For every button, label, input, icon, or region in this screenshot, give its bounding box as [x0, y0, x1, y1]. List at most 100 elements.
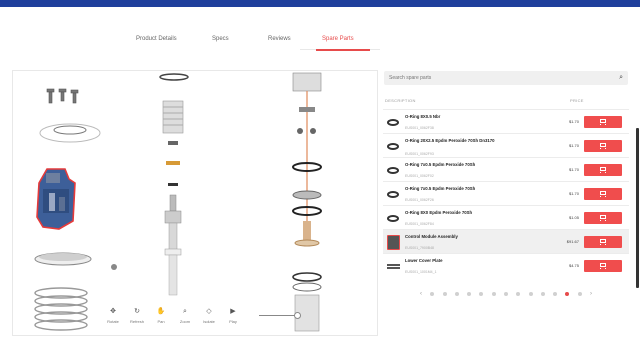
part-sku: EUS001_0062F84	[405, 222, 434, 226]
middle-stack-part[interactable]	[159, 73, 189, 296]
brand-top-bar	[0, 0, 640, 7]
part-name: Lower Cover Plate	[405, 258, 443, 263]
cart-icon	[599, 143, 607, 149]
page-dot[interactable]	[503, 292, 508, 296]
explode-slider[interactable]	[259, 312, 301, 320]
part-name: O-Ring 7x0.5 Epdm Peroxide 70Sh	[405, 162, 476, 167]
viewer-toolbar: ✥ Rotate ↻ Refresh ✋ Pan ⌕ Zoom ◇ Isolat…	[101, 303, 317, 329]
page-dot[interactable]	[553, 292, 558, 296]
lower-plate-part[interactable]	[34, 252, 117, 270]
page-dot[interactable]	[491, 292, 496, 296]
page-dot[interactable]	[528, 292, 533, 296]
add-to-cart-button[interactable]	[584, 140, 622, 152]
cover-plate-thumbnail	[386, 259, 400, 273]
part-row[interactable]: O-Ring 7x0.5 Epdm Peroxide 70Sh EUS001_0…	[383, 181, 629, 205]
o-ring-thumbnail	[386, 139, 400, 153]
part-row[interactable]: Lower Cover Plate EUS001_1001M4_1 $4.75	[383, 253, 629, 277]
part-price: $4.75	[568, 263, 579, 268]
control-module-part[interactable]	[36, 168, 76, 230]
screws-part[interactable]	[46, 88, 79, 104]
slider-track	[259, 315, 299, 316]
pan-button[interactable]: ✋ Pan	[149, 303, 173, 329]
add-to-cart-button[interactable]	[584, 260, 622, 272]
page-dot[interactable]	[479, 292, 484, 296]
part-sku: EUS001_0062F93	[405, 152, 434, 156]
add-to-cart-button[interactable]	[584, 164, 622, 176]
part-row[interactable]: O-Ring 20X2.5 Epdm Peroxide 70Sh Dn3170 …	[383, 133, 629, 157]
parts-search-box: ⌕	[384, 71, 628, 85]
play-icon: ▶	[230, 308, 236, 315]
add-to-cart-button[interactable]	[584, 212, 622, 224]
base-plate-part[interactable]	[39, 123, 101, 143]
part-row-selected[interactable]: Control Module Assembly EUS001_7900B48 $…	[383, 229, 629, 253]
part-row[interactable]: O-Ring 8X0 Epdm Peroxide 70Sh EUS001_006…	[383, 205, 629, 229]
parts-search-input[interactable]	[384, 71, 612, 85]
part-name: O-Ring 8X0 Epdm Peroxide 70Sh	[405, 210, 473, 215]
page-dot[interactable]	[467, 292, 472, 296]
page-dot-active[interactable]	[565, 292, 570, 296]
cart-icon	[599, 191, 607, 197]
part-row[interactable]: O-Ring 7x0.5 Epdm Peroxide 70Sh EUS001_0…	[383, 157, 629, 181]
exploded-view-viewer[interactable]: ✥ Rotate ↻ Refresh ✋ Pan ⌕ Zoom ◇ Isolat…	[12, 70, 378, 336]
add-to-cart-button[interactable]	[584, 116, 622, 128]
cart-icon	[599, 239, 607, 245]
zoom-button[interactable]: ⌕ Zoom	[173, 303, 197, 329]
active-tab-indicator	[316, 49, 370, 51]
page-dot[interactable]	[430, 292, 435, 296]
page-scrollbar[interactable]	[636, 128, 639, 288]
page-dot[interactable]	[540, 292, 545, 296]
rotate-button[interactable]: ✥ Rotate	[101, 303, 125, 329]
part-price: $1.70	[568, 167, 579, 172]
refresh-button[interactable]: ↻ Refresh	[125, 303, 149, 329]
slider-handle[interactable]	[294, 312, 301, 319]
zoom-icon: ⌕	[183, 308, 187, 315]
pan-icon: ✋	[156, 308, 166, 315]
price-column-header: PRICE	[570, 98, 584, 103]
next-page-button[interactable]: ›	[590, 291, 592, 297]
tab-spare-parts[interactable]: Spare Parts	[322, 36, 354, 42]
o-ring-thumbnail	[386, 163, 400, 177]
isolate-button[interactable]: ◇ Isolate	[197, 303, 221, 329]
rotate-icon: ✥	[110, 308, 116, 315]
spare-parts-list: O-Ring 8X0.5 Nbr EUS001_0062F38 $1.70 O-…	[383, 109, 629, 277]
tab-reviews[interactable]: Reviews	[268, 36, 291, 42]
part-sku: EUS001_0062F26	[405, 198, 434, 202]
prev-page-button[interactable]: ‹	[420, 291, 422, 297]
isolate-icon: ◇	[206, 308, 212, 315]
exploded-parts-drawing	[34, 72, 322, 332]
page-dot[interactable]	[442, 292, 447, 296]
part-price: $91.67	[566, 239, 579, 244]
part-name: Control Module Assembly	[405, 234, 458, 239]
add-to-cart-button[interactable]	[584, 236, 622, 248]
page-dot[interactable]	[577, 292, 582, 296]
part-price: $1.70	[568, 143, 579, 148]
description-column-header: DESCRIPTION	[385, 98, 416, 103]
o-ring-thumbnail	[386, 211, 400, 225]
part-sku: EUS001_0062F38	[405, 126, 434, 130]
page-dot[interactable]	[454, 292, 459, 296]
spring-part[interactable]	[34, 287, 88, 331]
search-icon[interactable]: ⌕	[619, 74, 623, 82]
cart-icon	[599, 215, 607, 221]
tab-product-details[interactable]: Product Details	[136, 36, 177, 42]
tab-specs[interactable]: Specs	[212, 36, 229, 42]
part-name: O-Ring 8X0.5 Nbr	[405, 114, 441, 119]
page-dot[interactable]	[516, 292, 521, 296]
part-name: O-Ring 7x0.5 Epdm Peroxide 70Sh	[405, 186, 476, 191]
cart-icon	[599, 119, 607, 125]
part-sku: EUS001_7900B48	[405, 246, 434, 250]
refresh-icon: ↻	[134, 308, 140, 315]
part-price: $1.05	[568, 215, 579, 220]
part-price: $1.70	[568, 119, 579, 124]
part-name: O-Ring 20X2.5 Epdm Peroxide 70Sh Dn3170	[405, 138, 495, 143]
cart-icon	[599, 167, 607, 173]
add-to-cart-button[interactable]	[584, 188, 622, 200]
part-row[interactable]: O-Ring 8X0.5 Nbr EUS001_0062F38 $1.70	[383, 109, 629, 133]
play-button[interactable]: ▶ Play	[221, 303, 245, 329]
part-price: $1.70	[568, 191, 579, 196]
part-sku: EUS001_1001M4_1	[405, 270, 437, 274]
right-stack-part[interactable]	[292, 72, 322, 332]
cart-icon	[599, 263, 607, 269]
o-ring-thumbnail	[386, 187, 400, 201]
part-sku: EUS001_0062F02	[405, 174, 434, 178]
